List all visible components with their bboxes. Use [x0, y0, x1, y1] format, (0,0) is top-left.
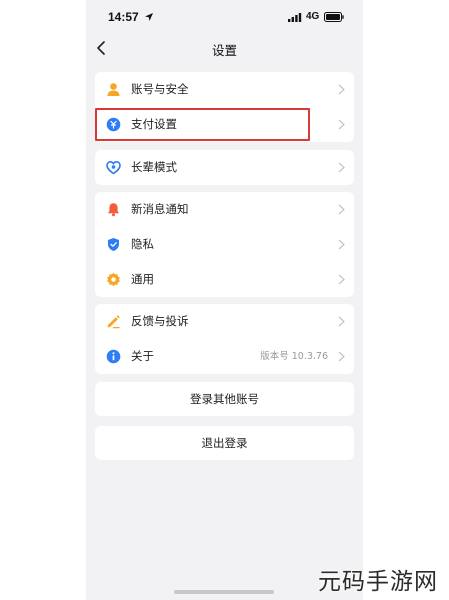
- chevron-right-icon: [338, 239, 345, 250]
- settings-row-label: 长辈模式: [131, 160, 177, 174]
- gear-icon: [107, 272, 120, 287]
- version-value: 版本号 10.3.76: [260, 351, 328, 362]
- nav-bar: 设置: [86, 34, 363, 64]
- settings-group-elder-mode: 长辈模式: [95, 150, 354, 185]
- settings-row-feedback[interactable]: 反馈与投诉: [95, 304, 354, 339]
- settings-row-account-security[interactable]: 账号与安全: [95, 72, 354, 107]
- watermark-text: 元码手游网: [318, 569, 438, 595]
- settings-row-label: 反馈与投诉: [131, 314, 189, 328]
- shield-icon: [108, 238, 119, 251]
- highlight-annotation-box: [95, 108, 310, 141]
- status-bar: 14:57 4G: [86, 0, 363, 34]
- settings-row-label: 新消息通知: [131, 202, 189, 216]
- heart-icon: [106, 160, 121, 175]
- settings-row-general[interactable]: 通用: [95, 262, 354, 297]
- settings-row-privacy[interactable]: 隐私: [95, 227, 354, 262]
- settings-row-label: 通用: [131, 272, 154, 286]
- chevron-right-icon: [338, 274, 345, 285]
- network-label: 4G: [306, 11, 320, 22]
- bell-icon: [107, 203, 120, 217]
- chevron-right-icon: [338, 351, 345, 362]
- settings-row-notifications[interactable]: 新消息通知: [95, 192, 354, 227]
- location-arrow-icon: [145, 13, 153, 21]
- settings-row-label: 关于: [131, 349, 154, 363]
- chevron-right-icon: [338, 204, 345, 215]
- user-icon: [107, 83, 120, 96]
- chevron-right-icon: [338, 316, 345, 327]
- logout-button[interactable]: 退出登录: [95, 426, 354, 460]
- settings-row-elder-mode[interactable]: 长辈模式: [95, 150, 354, 185]
- settings-row-label: 账号与安全: [131, 82, 189, 96]
- screenshot-page: 14:57 4G 设置 账号与安全 支付设置 长辈模式 新消息通知 隐私 通用 …: [0, 0, 449, 600]
- chevron-right-icon: [338, 162, 345, 173]
- switch-account-button[interactable]: 登录其他账号: [95, 382, 354, 416]
- settings-row-about[interactable]: 关于 版本号 10.3.76: [95, 339, 354, 374]
- battery-icon: [324, 12, 344, 22]
- chevron-right-icon: [338, 119, 345, 130]
- page-title: 设置: [211, 43, 237, 58]
- home-indicator: [174, 590, 274, 594]
- settings-group-about: 反馈与投诉 关于 版本号 10.3.76: [95, 304, 354, 374]
- info-icon: [106, 349, 121, 364]
- settings-group-general: 新消息通知 隐私 通用: [95, 192, 354, 297]
- signal-icon: [288, 13, 302, 22]
- chevron-right-icon: [338, 84, 345, 95]
- pencil-icon: [107, 315, 120, 329]
- phone-screen: 14:57 4G 设置 账号与安全 支付设置 长辈模式 新消息通知 隐私 通用 …: [86, 0, 363, 600]
- settings-row-label: 隐私: [131, 237, 154, 251]
- status-time: 14:57: [108, 10, 139, 24]
